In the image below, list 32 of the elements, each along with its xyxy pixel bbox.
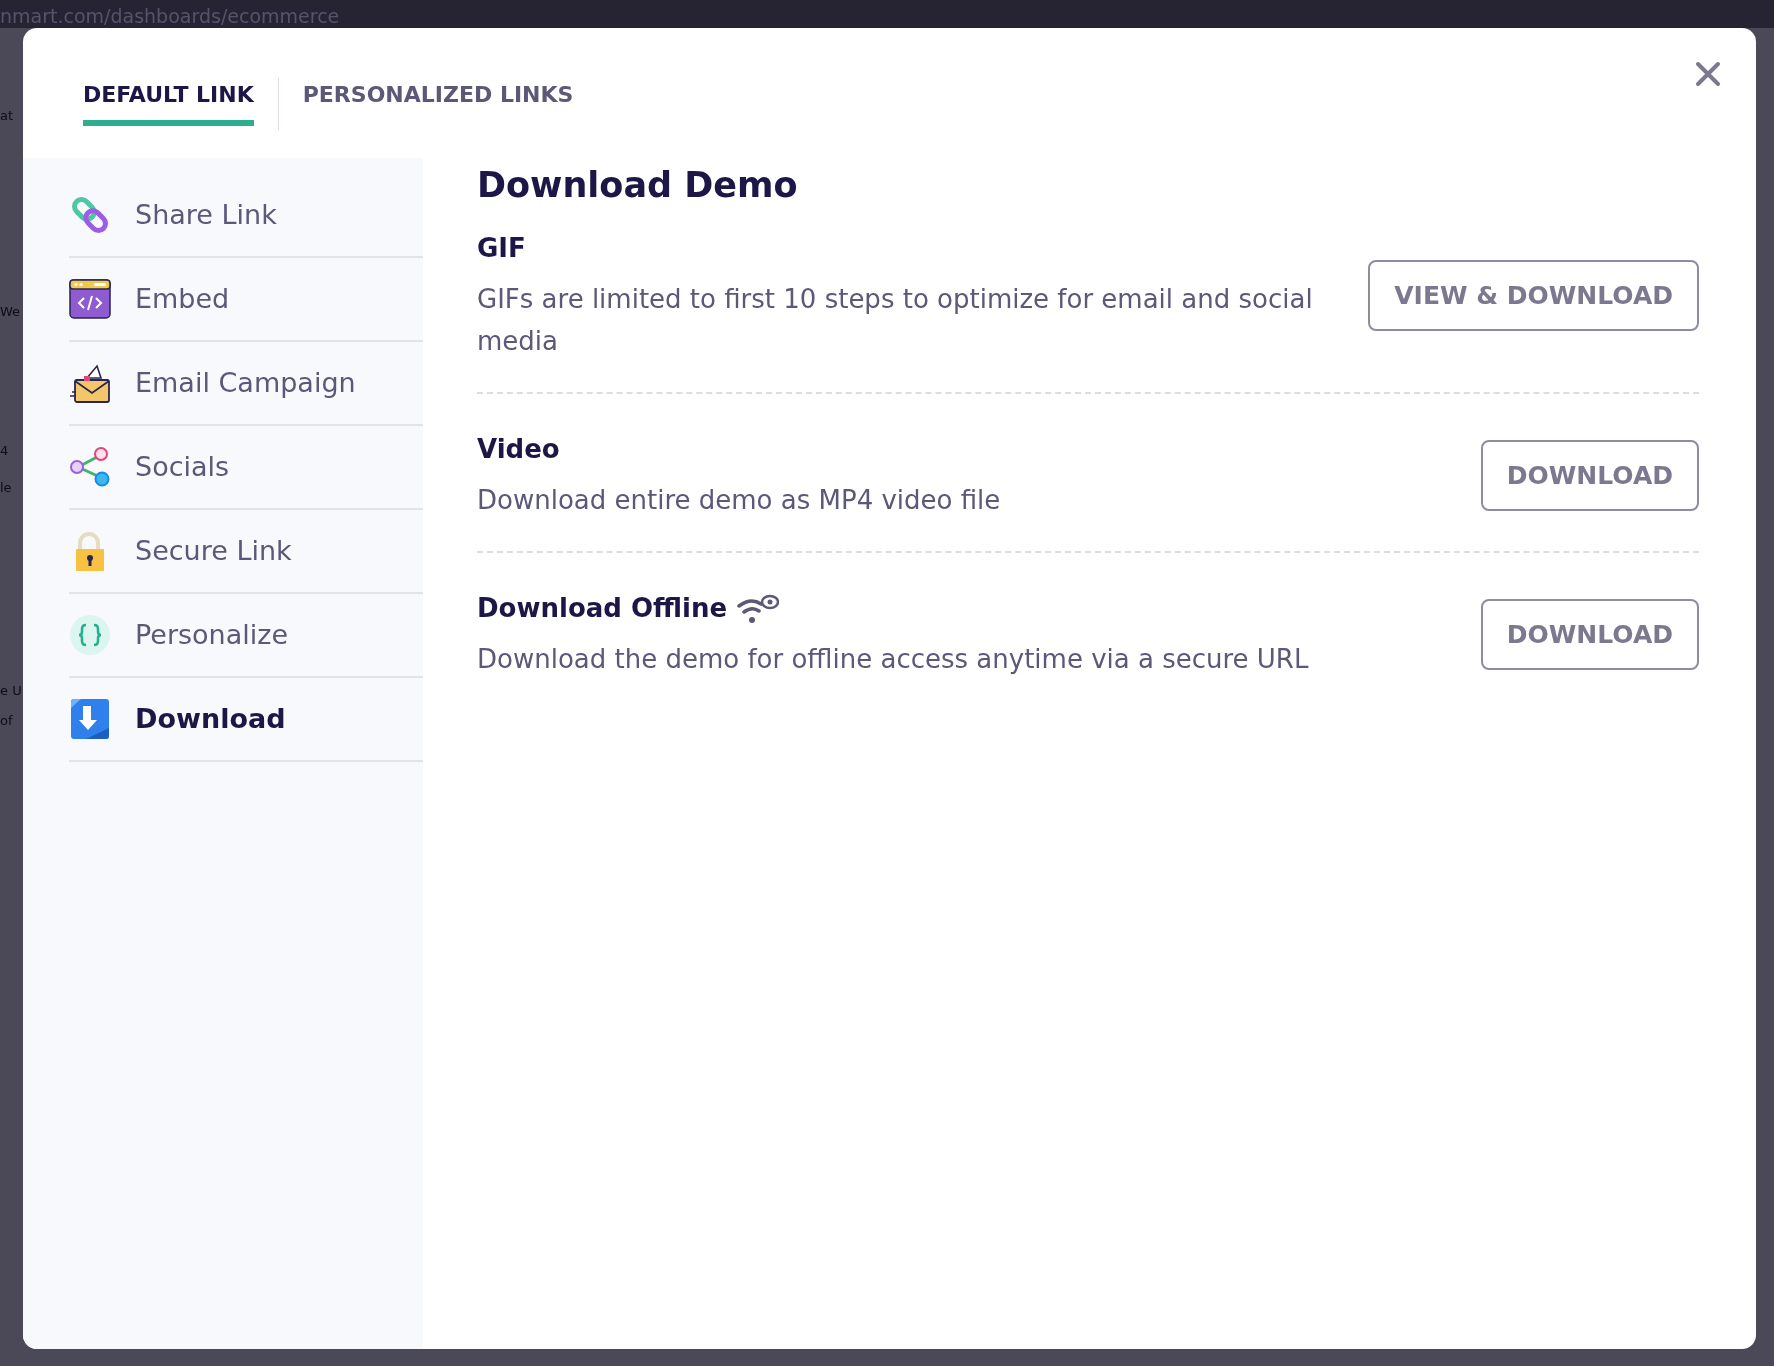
download-button[interactable]: DOWNLOAD [1480, 599, 1699, 670]
background-text: 4 [0, 443, 10, 459]
section-description: Download the demo for offline access anytime via a secure URL [477, 643, 1309, 676]
code-window-icon [69, 278, 111, 320]
share-nodes-icon [69, 446, 111, 488]
sidebar-item[interactable]: Email Campaign [69, 342, 423, 426]
envelope-megaphone-icon [69, 362, 111, 404]
section-title: Download Offline [477, 592, 728, 625]
section-title: GIF [477, 232, 526, 265]
curly-braces-icon [69, 614, 111, 656]
background-text: We [0, 304, 22, 320]
sidebar-item[interactable]: Secure Link [69, 510, 423, 594]
chain-link-icon [69, 194, 111, 236]
section-description: GIFs are limited to first 10 steps to optimize for email and social media [477, 283, 1314, 358]
sidebar-item[interactable]: Share Link [69, 174, 423, 258]
close-icon [1695, 61, 1721, 87]
background-text: le [0, 480, 13, 496]
sidebar-item[interactable]: Personalize [69, 594, 423, 678]
tab[interactable]: PERSONALIZED LINKS [302, 78, 574, 126]
wifi-eye-icon [737, 593, 780, 624]
section-description: Download entire demo as MP4 video file [477, 484, 1001, 517]
sidebar-item[interactable]: Download [69, 678, 423, 762]
background-text: e U [0, 683, 23, 699]
section-title: Video [477, 433, 560, 466]
download-button[interactable]: DOWNLOAD [1480, 440, 1699, 511]
sidebar-item[interactable]: Embed [69, 258, 423, 342]
sidebar-item[interactable]: Socials [69, 426, 423, 510]
background-text: at [0, 108, 15, 124]
tab[interactable]: DEFAULT LINK [83, 78, 254, 126]
panel-title: Download Demo [477, 164, 799, 207]
download-button[interactable]: VIEW & DOWNLOAD [1368, 260, 1699, 331]
background-text: of [0, 713, 14, 729]
